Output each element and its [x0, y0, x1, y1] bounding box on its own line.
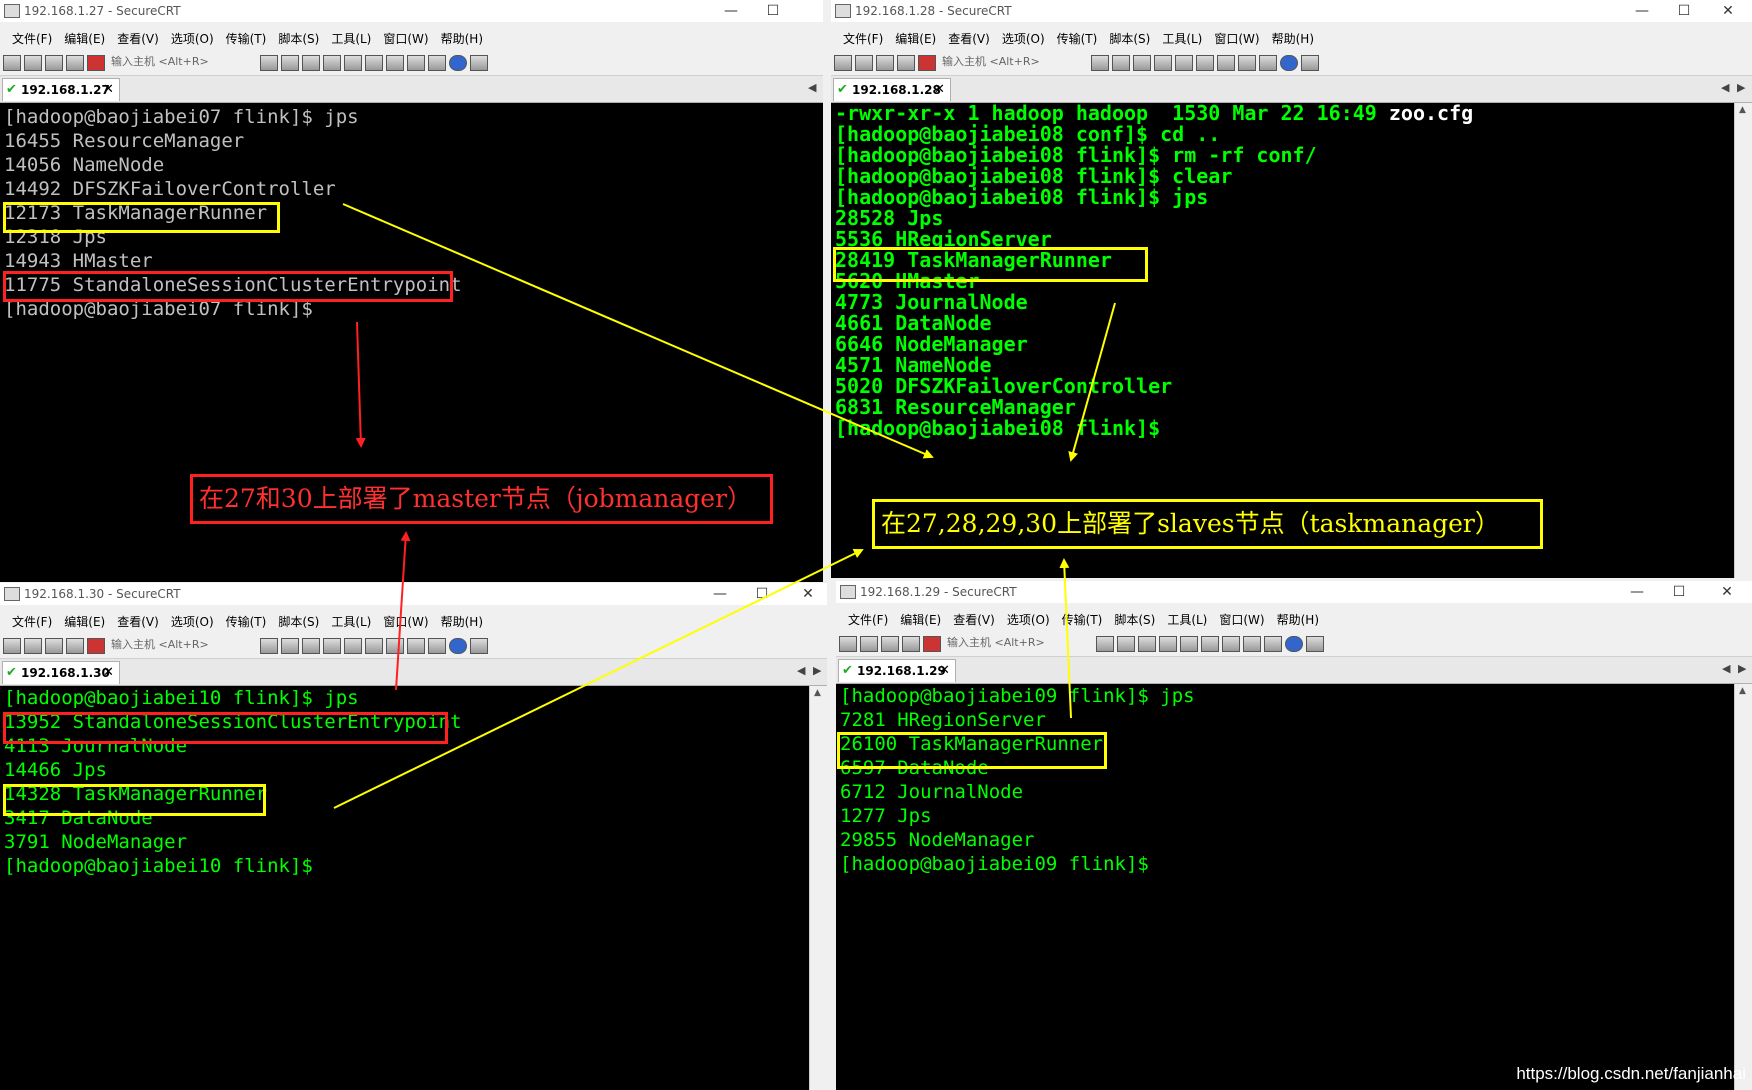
annotation-arrows [333, 203, 1116, 809]
watermark: https://blog.csdn.net/fanjianhai [1516, 1064, 1746, 1083]
arrow-28-to-slaves [1068, 302, 1116, 462]
arrow-27-to-slaves [342, 203, 934, 459]
arrow-30-to-slaves [333, 549, 864, 809]
arrow-29-to-slaves [1059, 558, 1072, 719]
arrow-27-to-master [355, 321, 366, 448]
arrow-30-to-master [395, 531, 411, 691]
